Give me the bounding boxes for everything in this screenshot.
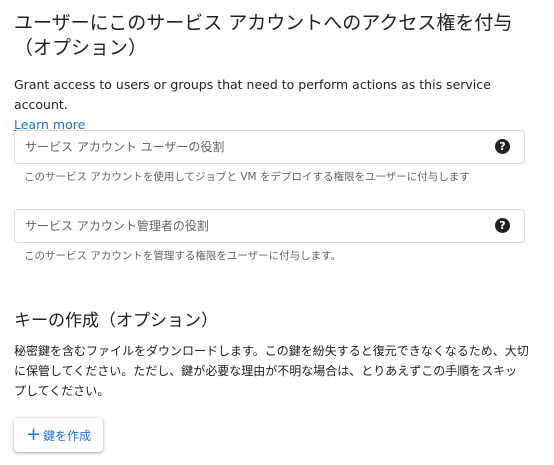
user-role-input[interactable]	[25, 131, 485, 163]
key-section-title: キーの作成（オプション）	[14, 311, 218, 331]
user-role-field[interactable]: ?	[14, 130, 525, 164]
user-role-hint: このサービス アカウントを使用してジョブと VM をデプロイする権限をユーザーに…	[24, 171, 470, 183]
key-section-description: 秘密鍵を含むファイルをダウンロードします。この鍵を紛失すると復元できなくなるため…	[14, 344, 529, 398]
admin-role-input[interactable]	[25, 210, 485, 242]
access-description-text: Grant access to users or groups that nee…	[14, 77, 491, 112]
create-key-label: 鍵を作成	[43, 428, 92, 443]
help-icon[interactable]: ?	[495, 218, 510, 233]
create-key-button[interactable]: + 鍵を作成	[14, 418, 104, 452]
admin-role-field[interactable]: ?	[14, 209, 525, 243]
admin-role-hint: このサービス アカウントを管理する権限をユーザーに付与します。	[24, 250, 342, 262]
access-section-description: Grant access to users or groups that nee…	[14, 75, 540, 135]
help-icon[interactable]: ?	[495, 139, 510, 154]
service-account-permissions-page: ユーザーにこのサービス アカウントへのアクセス権を付与（オプション） Grant…	[0, 0, 554, 465]
access-section-title: ユーザーにこのサービス アカウントへのアクセス権を付与（オプション）	[14, 12, 513, 59]
plus-icon: +	[26, 424, 42, 445]
